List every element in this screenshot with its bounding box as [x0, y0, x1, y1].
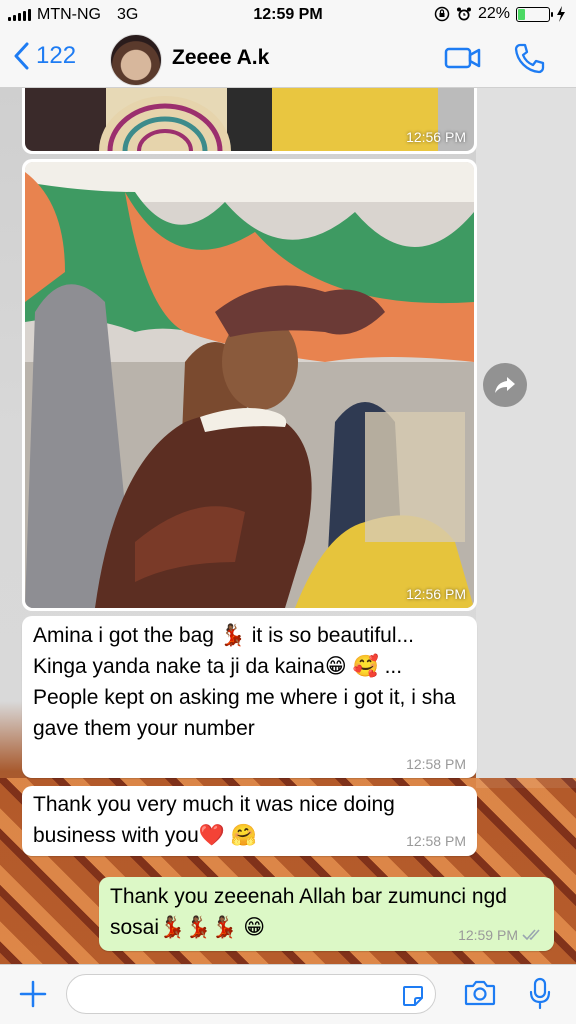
image-message[interactable]: 12:56 PM — [22, 88, 477, 154]
incoming-message[interactable]: Amina i got the bag 💃🏾 it is so beautifu… — [22, 616, 477, 778]
incoming-message[interactable]: Thank you very much it was nice doing bu… — [22, 786, 477, 856]
unread-count: 122 — [36, 42, 77, 69]
contact-name[interactable]: Zeeee A.k — [172, 46, 269, 70]
voice-call-icon[interactable] — [512, 42, 546, 76]
message-time: 12:58 PM — [406, 833, 466, 849]
rotation-lock-icon — [434, 6, 450, 22]
message-text: Amina i got the bag 💃🏾 it is so beautifu… — [33, 624, 456, 740]
message-time: 12:56 PM — [406, 586, 466, 602]
message-text: Thank you very much it was nice doing bu… — [33, 793, 395, 847]
message-time: 12:58 PM — [406, 756, 466, 772]
photo-graphic — [25, 162, 474, 608]
chat-area[interactable]: 12:56 PM 12:56 PM Amina i got the bag 💃🏾… — [0, 88, 576, 964]
plus-icon[interactable] — [18, 979, 48, 1009]
status-bar: MTN-NG 3G 12:59 PM 22% — [0, 0, 576, 30]
woven-bag-graphic — [99, 96, 231, 151]
sticker-icon[interactable] — [401, 984, 425, 1008]
video-call-icon[interactable] — [444, 42, 482, 74]
avatar[interactable] — [110, 34, 162, 86]
status-right: 22% — [434, 5, 566, 23]
chevron-left-icon — [14, 42, 29, 70]
alarm-icon — [456, 7, 471, 21]
chat-header: 122 Zeeee A.k — [0, 30, 576, 88]
image-thumbnail[interactable]: 12:56 PM — [25, 162, 474, 608]
read-ticks-icon — [522, 929, 540, 941]
forward-button[interactable] — [483, 363, 527, 407]
back-button[interactable]: 122 — [14, 42, 76, 70]
image-thumbnail[interactable]: 12:56 PM — [25, 88, 474, 151]
image-message[interactable]: 12:56 PM — [22, 159, 477, 611]
charging-icon — [557, 6, 565, 22]
outgoing-message[interactable]: Thank you zeeenah Allah bar zumunci ngd … — [99, 877, 554, 951]
message-time: 12:56 PM — [406, 129, 466, 145]
camera-icon[interactable] — [464, 979, 496, 1007]
microphone-icon[interactable] — [528, 977, 552, 1011]
message-input[interactable] — [66, 974, 436, 1014]
battery-percent: 22% — [477, 5, 510, 22]
message-time: 12:59 PM — [458, 927, 518, 943]
battery-icon — [516, 6, 553, 22]
share-arrow-icon — [495, 377, 515, 393]
wallpaper-wall — [476, 88, 576, 788]
input-bar — [0, 964, 576, 1024]
